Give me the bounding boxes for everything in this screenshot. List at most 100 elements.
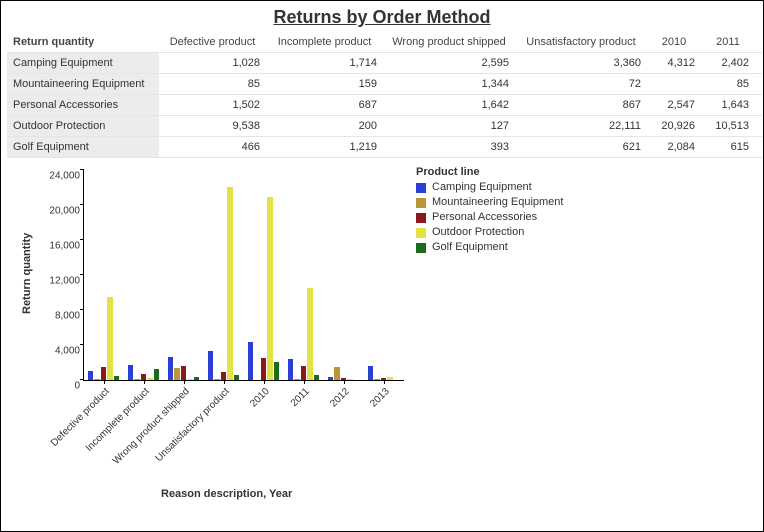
cell: 285: [755, 95, 764, 116]
bar: [147, 378, 152, 380]
y-tick: 24,000: [49, 171, 80, 182]
cell: 22,111: [515, 116, 647, 137]
bar: [214, 379, 219, 380]
col-header: Defective product: [159, 32, 266, 53]
cell: 387: [755, 53, 764, 74]
row-header: Golf Equipment: [7, 137, 159, 158]
bar: [328, 377, 333, 380]
cell: [755, 137, 764, 158]
cell: 85: [159, 74, 266, 95]
table-header-row: Return quantity Defective product Incomp…: [7, 32, 764, 53]
cell: 10,513: [701, 116, 755, 137]
bar: [387, 377, 392, 380]
report-page: Returns by Order Method Return quantity …: [0, 0, 764, 532]
cell: 4,312: [647, 53, 701, 74]
cell: [647, 74, 701, 95]
bar: [88, 371, 93, 380]
bar: [368, 366, 373, 380]
row-header: Mountaineering Equipment: [7, 74, 159, 95]
cell: 127: [383, 116, 515, 137]
bar: [301, 366, 306, 380]
table-row: Outdoor Protection9,53820012722,11120,92…: [7, 116, 764, 137]
bar: [227, 187, 232, 380]
y-tick: 12,000: [49, 276, 80, 287]
cell: 2,084: [647, 137, 701, 158]
cell: 85: [701, 74, 755, 95]
x-tick: Wrong product shipped: [111, 386, 192, 467]
legend-item: Mountaineering Equipment: [416, 195, 563, 210]
x-tick: 2010: [248, 386, 272, 410]
bar: [208, 351, 213, 380]
legend-swatch: [416, 243, 426, 253]
col-header: 2010: [647, 32, 701, 53]
cell: 1,219: [266, 137, 383, 158]
legend-title: Product line: [416, 166, 563, 178]
bar: [234, 375, 239, 380]
row-header: Personal Accessories: [7, 95, 159, 116]
bar: [274, 362, 279, 380]
col-header: 2012: [755, 32, 764, 53]
bar: [128, 365, 133, 380]
bar: [194, 377, 199, 380]
bar: [294, 379, 299, 380]
cell: 20,926: [647, 116, 701, 137]
y-tick: 4,000: [55, 346, 80, 357]
cell: 867: [515, 95, 647, 116]
bar: [314, 375, 319, 380]
bar: [94, 379, 99, 380]
bar: [221, 372, 226, 380]
cell: 1,643: [701, 95, 755, 116]
bar: [114, 376, 119, 380]
y-axis-label: Return quantity: [21, 233, 33, 314]
legend-label: Mountaineering Equipment: [432, 195, 563, 210]
cell: 161: [755, 116, 764, 137]
plot-area: 04,0008,00012,00016,00020,00024,000Defec…: [83, 170, 404, 381]
y-tick: 0: [74, 381, 80, 392]
row-header: Outdoor Protection: [7, 116, 159, 137]
bar: [154, 369, 159, 380]
page-title: Returns by Order Method: [1, 7, 763, 28]
legend-item: Camping Equipment: [416, 180, 563, 195]
cell: 2,595: [383, 53, 515, 74]
cell: 200: [266, 116, 383, 137]
cell: 615: [701, 137, 755, 158]
x-tick: 2012: [328, 386, 352, 410]
cell: 393: [383, 137, 515, 158]
legend-swatch: [416, 228, 426, 238]
chart-area: Return quantity 04,0008,00012,00016,0002…: [21, 164, 763, 504]
bar: [174, 368, 179, 380]
cell: 1,028: [159, 53, 266, 74]
col-header: 2011: [701, 32, 755, 53]
cell: 1,503: [755, 74, 764, 95]
y-tick: 20,000: [49, 206, 80, 217]
legend: Product line Camping EquipmentMountainee…: [416, 166, 563, 255]
legend-label: Golf Equipment: [432, 240, 508, 255]
cell: 1,344: [383, 74, 515, 95]
cell: 1,714: [266, 53, 383, 74]
table-row: Golf Equipment4661,2193936212,084615: [7, 137, 764, 158]
x-axis-label: Reason description, Year: [161, 488, 292, 500]
bar: [334, 367, 339, 380]
legend-label: Personal Accessories: [432, 210, 537, 225]
legend-label: Outdoor Protection: [432, 225, 524, 240]
bar: [347, 379, 352, 380]
table-row: Camping Equipment1,0281,7142,5953,3604,3…: [7, 53, 764, 74]
cell: 2,402: [701, 53, 755, 74]
bar: [267, 197, 272, 380]
bar: [288, 359, 293, 380]
legend-item: Personal Accessories: [416, 210, 563, 225]
bar: [101, 367, 106, 380]
legend-item: Outdoor Protection: [416, 225, 563, 240]
cell: 159: [266, 74, 383, 95]
crosstab-table: Return quantity Defective product Incomp…: [7, 32, 764, 158]
cell: 466: [159, 137, 266, 158]
x-tick: Unsatisfactory product: [154, 386, 232, 464]
cell: 2,547: [647, 95, 701, 116]
cell: 621: [515, 137, 647, 158]
bar: [168, 357, 173, 380]
bar: [248, 342, 253, 380]
bar: [307, 288, 312, 380]
cell: 3,360: [515, 53, 647, 74]
bar: [187, 379, 192, 380]
bar: [261, 358, 266, 380]
